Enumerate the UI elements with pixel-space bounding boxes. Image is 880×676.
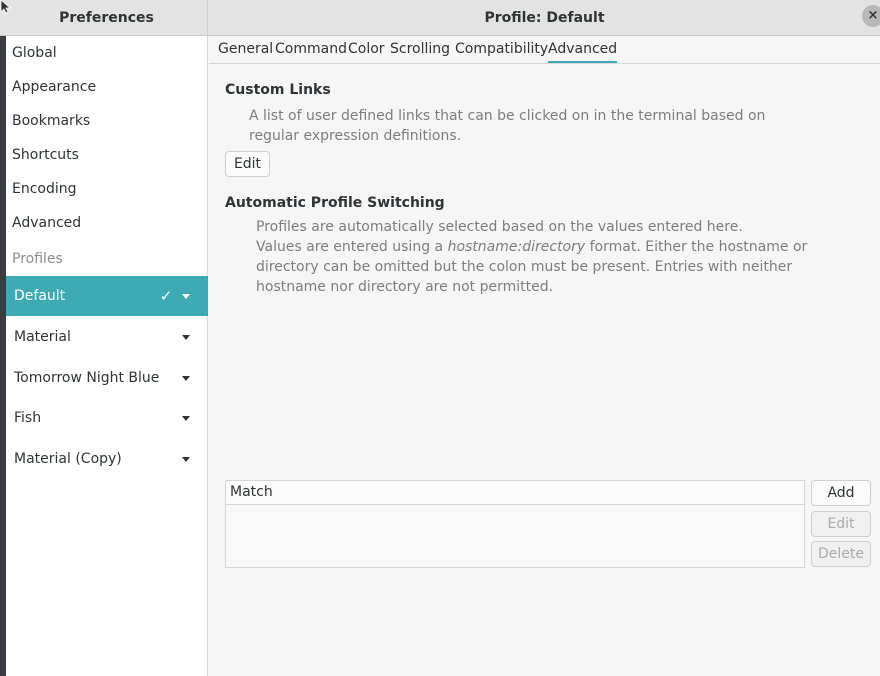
chevron-down-icon[interactable] <box>182 334 190 340</box>
sidebar: Global Appearance Bookmarks Shortcuts En… <box>6 36 208 676</box>
profile-item-material-copy[interactable]: Material (Copy) <box>6 439 208 479</box>
sidebar-item-shortcuts[interactable]: Shortcuts <box>6 138 208 172</box>
chevron-down-icon[interactable] <box>182 415 190 421</box>
custom-links-title: Custom Links <box>225 82 331 98</box>
profile-label: Fish <box>14 410 42 426</box>
header-bar: Preferences Profile: Default × <box>0 0 880 36</box>
description-line: Values are entered using a hostname:dire… <box>256 237 807 257</box>
tab-compatibility[interactable]: Compatibility <box>455 41 548 63</box>
profile-item-material[interactable]: Material <box>6 317 208 357</box>
preferences-window: Preferences Profile: Default × Global Ap… <box>0 0 880 676</box>
description-line: regular expression definitions. <box>249 128 462 144</box>
description-line: Profiles are automatically selected base… <box>256 219 743 235</box>
sidebar-item-global[interactable]: Global <box>6 36 208 70</box>
section-label: Profiles <box>12 251 63 267</box>
sidebar-item-appearance[interactable]: Appearance <box>6 70 208 104</box>
tab-bar: General Command Color Scrolling Compatib… <box>209 36 880 64</box>
chevron-down-icon[interactable] <box>182 456 190 462</box>
sidebar-item-label: Bookmarks <box>12 113 91 129</box>
profiles-section-header: Profiles <box>6 242 208 276</box>
sidebar-item-label: Encoding <box>12 181 77 197</box>
sidebar-item-label: Appearance <box>12 79 97 95</box>
add-button[interactable]: Add <box>811 480 871 506</box>
auto-switch-title: Automatic Profile Switching <box>225 195 445 211</box>
auto-switch-description: Profiles are automatically selected base… <box>256 217 807 297</box>
checkmark-icon: ✓ <box>159 287 173 305</box>
chevron-down-icon[interactable] <box>182 293 190 299</box>
description-line: A list of user defined links that can be… <box>249 108 766 124</box>
custom-links-edit-button[interactable]: Edit <box>225 151 270 177</box>
description-line: directory can be omitted but the colon m… <box>256 259 793 275</box>
match-column-header[interactable]: Match <box>226 481 804 505</box>
sidebar-item-label: Advanced <box>12 215 82 231</box>
close-icon[interactable]: × <box>862 5 880 27</box>
chevron-down-icon[interactable] <box>182 375 190 381</box>
sidebar-item-label: Global <box>12 45 57 61</box>
description-text: Values are entered using a <box>256 239 448 255</box>
tab-color[interactable]: Color <box>348 41 385 63</box>
profile-label: Tomorrow Night Blue <box>14 370 160 386</box>
profile-item-default[interactable]: Default ✓ <box>6 276 208 316</box>
advanced-page: Custom Links A list of user defined link… <box>209 65 880 676</box>
delete-button[interactable]: Delete <box>811 541 871 567</box>
tab-general[interactable]: General <box>218 41 273 63</box>
match-list[interactable]: Match <box>225 480 805 568</box>
sidebar-item-advanced[interactable]: Advanced <box>6 206 208 240</box>
format-emphasis: hostname:directory <box>447 239 586 255</box>
profile-item-fish[interactable]: Fish <box>6 398 208 438</box>
sidebar-item-encoding[interactable]: Encoding <box>6 172 208 206</box>
custom-links-description: A list of user defined links that can be… <box>249 106 765 146</box>
profile-label: Material (Copy) <box>14 451 122 467</box>
tab-command[interactable]: Command <box>275 41 347 63</box>
profile-label: Default <box>14 288 66 304</box>
edit-button[interactable]: Edit <box>811 511 871 537</box>
description-line: hostname nor directory are not permitted… <box>256 279 554 295</box>
description-text: format. Either the hostname or <box>585 239 808 255</box>
mouse-pointer-icon <box>0 0 12 14</box>
preferences-title: Preferences <box>6 0 208 36</box>
tab-scrolling[interactable]: Scrolling <box>390 41 450 63</box>
window-title: Profile: Default <box>484 10 605 26</box>
sidebar-item-label: Shortcuts <box>12 147 79 163</box>
profile-label: Material <box>14 329 71 345</box>
sidebar-item-bookmarks[interactable]: Bookmarks <box>6 104 208 138</box>
tab-advanced[interactable]: Advanced <box>548 41 618 63</box>
profile-item-tomorrow-night-blue[interactable]: Tomorrow Night Blue <box>6 358 208 398</box>
